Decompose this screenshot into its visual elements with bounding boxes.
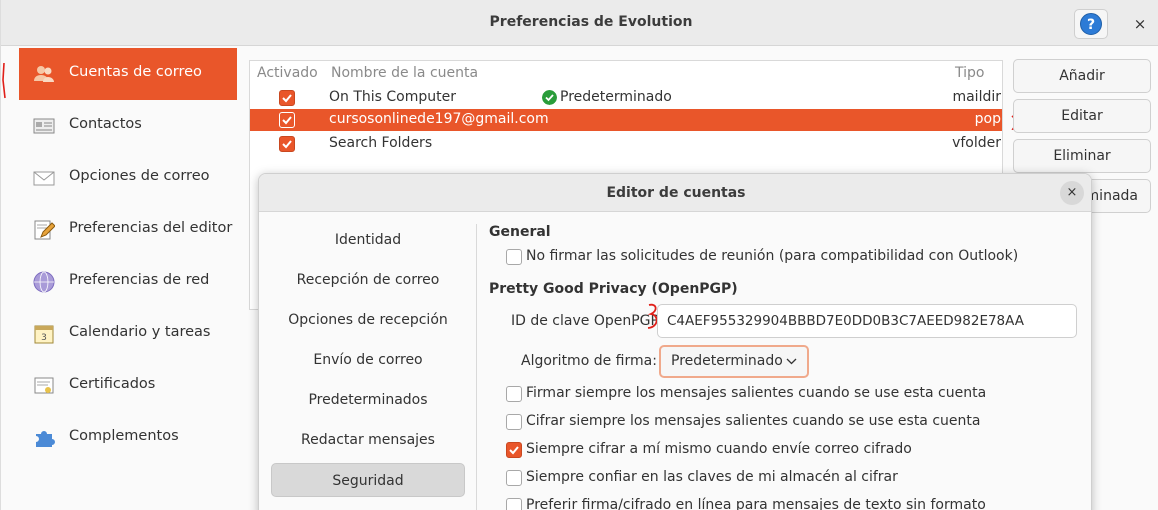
sidebar-item-contacts[interactable]: Contactos [19, 100, 237, 152]
dialog-divider [476, 224, 477, 510]
envelope-icon [33, 171, 55, 186]
algorithm-value: Predeterminado [671, 353, 783, 369]
tab-receiving-mail[interactable]: Recepción de correo [271, 263, 465, 297]
option-label: Cifrar siempre los mensajes salientes cu… [526, 413, 981, 429]
table-row[interactable]: cursosonlinede197@gmail.com pop [250, 109, 1002, 131]
checkbox[interactable] [506, 414, 522, 430]
tab-defaults[interactable]: Predeterminados [271, 383, 465, 417]
table-row[interactable]: Search Folders vfolder [250, 133, 1002, 155]
enabled-checkbox[interactable] [279, 90, 295, 106]
certificate-icon [34, 377, 54, 394]
checkbox[interactable] [506, 249, 522, 265]
preferences-window: Preferencias de Evolution ? × Cuentas de… [0, 0, 1158, 510]
sidebar-item-label: Preferencias de red [69, 272, 210, 288]
option-label: Siempre confiar en las claves de mi alma… [526, 469, 898, 485]
checkbox[interactable] [506, 386, 522, 402]
sidebar-item-network-prefs[interactable]: Preferencias de red [19, 256, 237, 308]
account-type: vfolder [952, 135, 1001, 151]
sidebar-item-label: Opciones de correo [69, 168, 210, 184]
chevron-down-icon [786, 347, 797, 387]
sidebar-item-mail-accounts[interactable]: Cuentas de correo [19, 48, 237, 100]
algorithm-label: Algoritmo de firma: [521, 353, 657, 369]
sidebar-item-label: Preferencias del editor [69, 220, 233, 236]
sidebar-item-plugins[interactable]: Complementos [19, 412, 237, 464]
key-id-label: ID de clave OpenPGP: [511, 313, 664, 329]
annotation-mark-1 [2, 62, 6, 99]
window-title: Preferencias de Evolution [489, 14, 693, 30]
checkbox[interactable] [506, 442, 522, 458]
tab-sending-mail[interactable]: Envío de correo [271, 343, 465, 377]
account-editor-dialog: Editor de cuentas × Identidad Recepción … [258, 173, 1092, 510]
people-icon [34, 66, 54, 82]
dialog-title-bar: Editor de cuentas × [259, 174, 1091, 212]
account-type: maildir [952, 89, 1001, 105]
column-header-type[interactable]: Tipo [955, 65, 984, 81]
add-account-button[interactable]: Añadir [1013, 59, 1151, 93]
edit-pencil-icon [34, 220, 55, 240]
enabled-checkbox[interactable] [279, 112, 295, 128]
address-card-icon [33, 118, 55, 134]
enabled-checkbox[interactable] [279, 136, 295, 152]
account-name: Search Folders [329, 135, 433, 151]
tab-identity[interactable]: Identidad [271, 223, 465, 257]
sidebar-item-calendar[interactable]: 3 Calendario y tareas [19, 308, 237, 360]
option-label: No firmar las solicitudes de reunión (pa… [526, 248, 1019, 264]
preferences-sidebar: Cuentas de correo Contactos Opciones de … [19, 48, 237, 510]
sidebar-item-label: Calendario y tareas [69, 324, 211, 340]
edit-account-button[interactable]: Editar [1013, 99, 1151, 133]
title-bar: Preferencias de Evolution ? × [1, 0, 1158, 46]
account-type: pop [974, 111, 1001, 127]
sidebar-item-mail-options[interactable]: Opciones de correo [19, 152, 237, 204]
tab-receiving-options[interactable]: Opciones de recepción [271, 303, 465, 337]
check-circle-icon [542, 90, 557, 105]
option-label: Firmar siempre los mensajes salientes cu… [526, 385, 987, 401]
window-close-button[interactable]: × [1127, 11, 1153, 37]
pgp-section-title: Pretty Good Privacy (OpenPGP) [489, 281, 738, 297]
tab-security[interactable]: Seguridad [271, 463, 465, 497]
calendar-icon: 3 [34, 325, 54, 344]
svg-text:3: 3 [41, 333, 47, 343]
help-icon: ? [1080, 13, 1102, 35]
network-globe-icon [33, 271, 55, 293]
sidebar-item-label: Certificados [69, 376, 156, 392]
option-label: Preferir firma/cifrado en línea para men… [526, 497, 986, 510]
sidebar-item-certificates[interactable]: Certificados [19, 360, 237, 412]
account-name: On This Computer [329, 89, 456, 105]
option-label: Siempre cifrar a mí mismo cuando envíe c… [526, 441, 912, 457]
sidebar-item-label: Cuentas de correo [69, 64, 202, 80]
algorithm-select[interactable]: Predeterminado [659, 345, 809, 378]
puzzle-piece-icon [36, 431, 55, 447]
column-header-enabled[interactable]: Activado [257, 65, 318, 81]
help-button[interactable]: ? [1074, 9, 1108, 39]
account-name: cursosonlinede197@gmail.com [329, 111, 549, 127]
default-label: Predeterminado [560, 89, 672, 105]
delete-account-button[interactable]: Eliminar [1013, 139, 1151, 173]
sidebar-item-label: Contactos [69, 116, 142, 132]
tab-composing[interactable]: Redactar mensajes [271, 423, 465, 457]
table-row[interactable]: On This Computer Predeterminado maildir [250, 87, 1002, 109]
dialog-close-button[interactable]: × [1060, 181, 1084, 205]
general-section-title: General [489, 224, 551, 240]
sidebar-item-label: Complementos [69, 428, 179, 444]
sidebar-item-editor-prefs[interactable]: Preferencias del editor [19, 204, 237, 256]
dialog-title: Editor de cuentas [606, 185, 746, 201]
column-header-name[interactable]: Nombre de la cuenta [331, 65, 478, 81]
checkbox[interactable] [506, 498, 522, 510]
key-id-input[interactable]: C4AEF955329904BBBD7E0DD0B3C7AEED982E78AA [657, 304, 1077, 338]
checkbox[interactable] [506, 470, 522, 486]
